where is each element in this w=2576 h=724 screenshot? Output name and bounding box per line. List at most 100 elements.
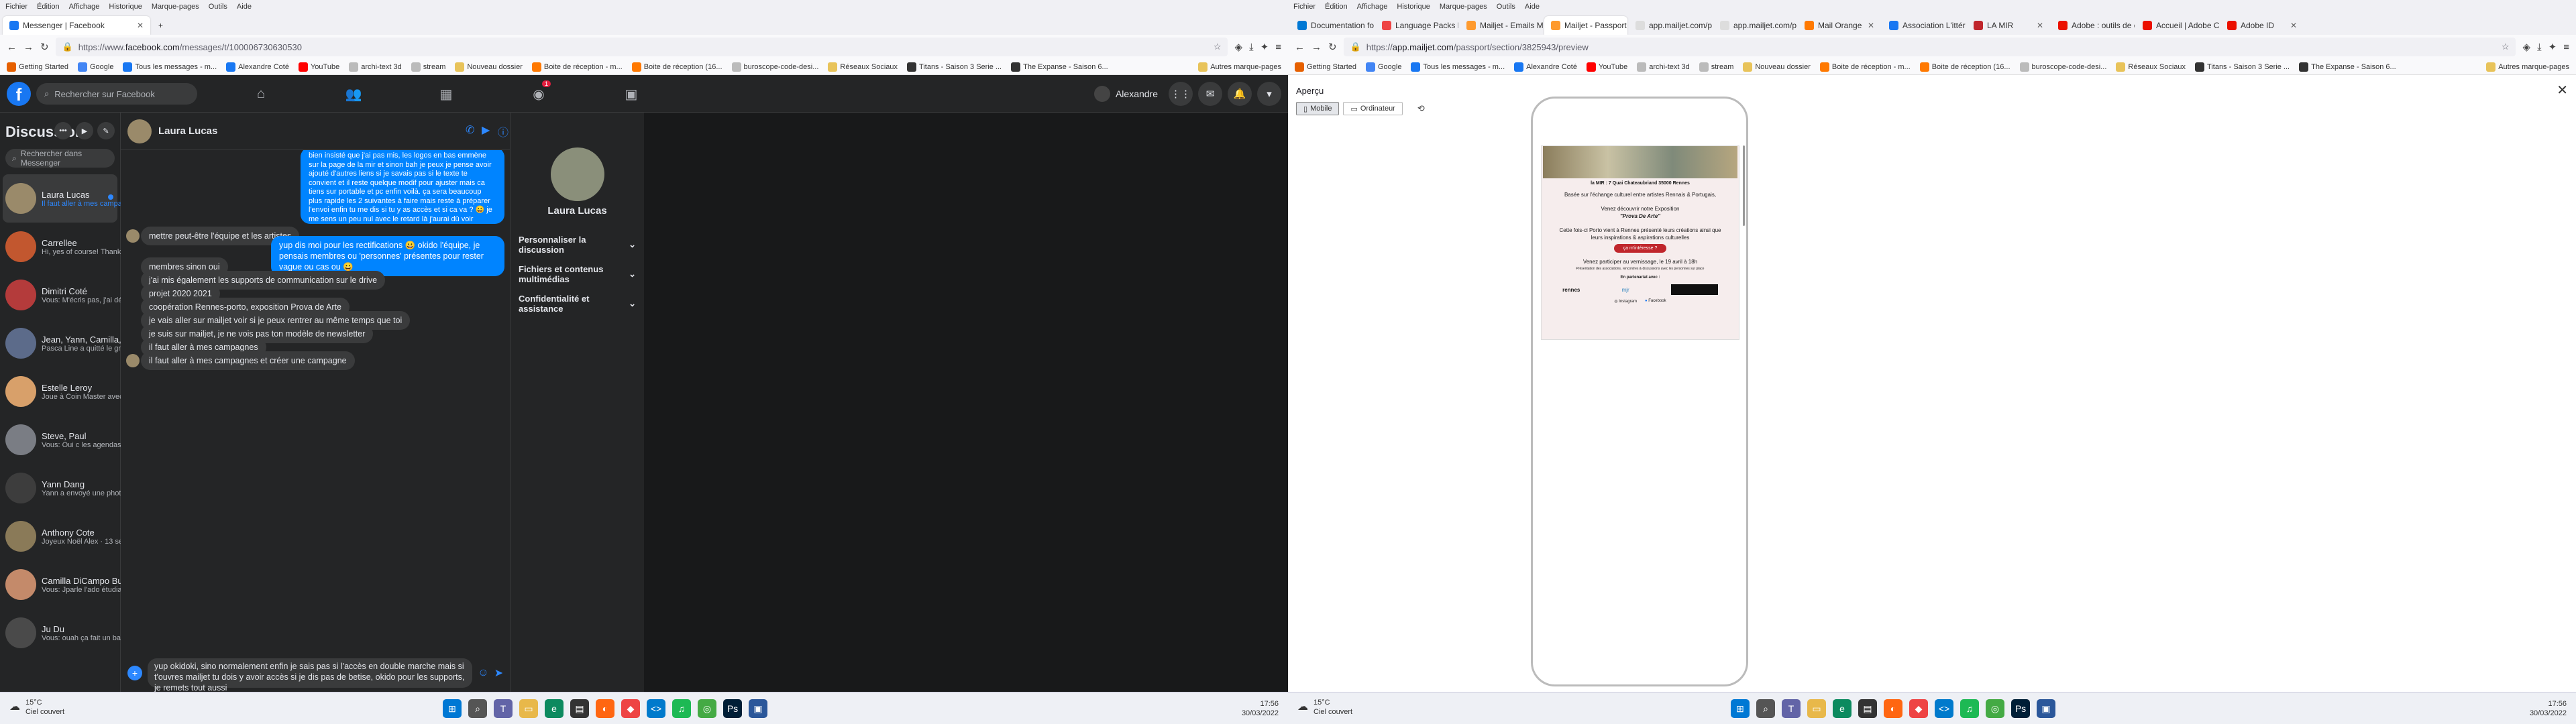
conversation-item[interactable]: Anthony Cote Joyeux Noël Alex · 13 sem <box>0 512 122 560</box>
interest-button[interactable]: ça m'intéresse ? <box>1613 244 1667 253</box>
spotify-icon[interactable]: ♫ <box>1960 699 1979 718</box>
user-avatar[interactable] <box>1093 86 1110 102</box>
conversation-item[interactable]: Estelle LeroyJoue à Coin Master avec moi… <box>0 367 122 416</box>
tab[interactable]: LA MIR ✕ <box>1967 16 2050 35</box>
start-icon[interactable]: ⊞ <box>1731 699 1750 718</box>
notifications-icon[interactable]: 🔔 <box>1228 82 1252 106</box>
edge-icon[interactable]: e <box>545 699 564 718</box>
start-icon[interactable]: ⊞ <box>443 699 462 718</box>
vscode-icon[interactable]: <> <box>647 699 665 718</box>
app-icon[interactable]: ◆ <box>621 699 640 718</box>
home-icon[interactable]: ⌂ <box>215 75 307 113</box>
reload-icon[interactable]: ↻ <box>1328 41 1337 53</box>
back-icon[interactable]: ← <box>1295 42 1305 53</box>
conversation-item[interactable]: Camilla DiCampo Bubonia Vous: Jparle l'ad… <box>0 560 144 609</box>
downloads-icon[interactable]: ⤓ <box>2537 42 2542 53</box>
store-icon[interactable]: ▤ <box>570 699 589 718</box>
bookmark[interactable]: Boite de réception (16... <box>1919 62 2010 72</box>
extensions-icon[interactable]: ✦ <box>2548 41 2557 53</box>
more-options-icon[interactable]: ••• <box>54 122 72 139</box>
avatar[interactable] <box>550 147 604 201</box>
facebook-link[interactable]: ● Facebook <box>1645 299 1666 304</box>
bookmark[interactable]: stream <box>411 62 445 72</box>
tab[interactable]: app.mailjet.com/pa✕ <box>1629 16 1712 35</box>
back-icon[interactable]: ← <box>7 42 17 53</box>
send-icon[interactable]: ➤ <box>494 666 503 680</box>
conversation-item[interactable]: Ju DuVous: ouah ça fait un bail ^^ ... ·… <box>0 609 122 657</box>
menu-view[interactable]: Affichage <box>69 3 100 11</box>
bookmark[interactable]: Getting Started <box>1295 62 1356 72</box>
teams-icon[interactable]: T <box>1782 699 1801 718</box>
emoji-icon[interactable]: ☺ <box>478 667 488 679</box>
plus-icon[interactable]: + <box>127 666 142 680</box>
menu-tools[interactable]: Outils <box>209 3 227 11</box>
conversation-item[interactable]: Yann DangYann a envoyé une photo. · 12 s… <box>0 464 122 512</box>
menu-bookmarks[interactable]: Marque-pages <box>1440 3 1487 11</box>
new-message-icon[interactable]: ✎ <box>97 122 115 139</box>
tab-active[interactable]: Mailjet - Passport✕ <box>1544 16 1627 35</box>
message-input[interactable]: yup okidoki, sino normalement enfin je s… <box>148 658 473 692</box>
app-icon[interactable]: ▣ <box>749 699 767 718</box>
video-icon[interactable]: ▶ <box>482 123 490 137</box>
conversation-item[interactable]: CarrelleeHi, yes of course! Thanks for a… <box>0 223 122 271</box>
tab[interactable]: Association L'ittéra✕ <box>1882 16 1966 35</box>
facebook-logo[interactable]: f <box>7 82 31 106</box>
app-icon[interactable]: ◎ <box>1986 699 2004 718</box>
bookmark[interactable]: buroscope-code-desi... <box>2019 62 2106 72</box>
messenger-search[interactable]: ⌕ Rechercher dans Messenger <box>5 149 115 168</box>
conversation-item[interactable]: Dimitri CotéVous: M'écris pas, j'ai déjà… <box>0 271 122 319</box>
bookmark[interactable]: Getting Started <box>7 62 68 72</box>
explorer-icon[interactable]: ▭ <box>1807 699 1826 718</box>
firefox-icon[interactable]: ◐ <box>596 699 614 718</box>
bookmark[interactable]: YouTube <box>1586 62 1627 72</box>
menu-help[interactable]: Aide <box>1525 3 1540 11</box>
avatar[interactable] <box>127 119 152 143</box>
partner-logo-block[interactable] <box>1670 284 1718 295</box>
menu-history[interactable]: Historique <box>1397 3 1430 11</box>
bookmark[interactable]: Réseaux Sociaux <box>828 62 898 72</box>
desktop-view-button[interactable]: ▭ Ordinateur <box>1343 102 1403 115</box>
tab[interactable]: Mailjet - Emails M✕ <box>1460 16 1543 35</box>
rotate-icon[interactable]: ⟲ <box>1417 103 1425 114</box>
chat-contact-name[interactable]: Laura Lucas <box>158 125 217 137</box>
phone-icon[interactable]: ✆ <box>466 123 474 137</box>
store-icon[interactable]: ▤ <box>1858 699 1877 718</box>
video-call-icon[interactable]: ▶ <box>76 122 93 139</box>
weather-widget[interactable]: ☁ 15°C Ciel couvert <box>9 698 64 717</box>
url-bar[interactable]: 🔒 https://www.facebook.com/messages/t/10… <box>55 38 1228 56</box>
spotify-icon[interactable]: ♫ <box>672 699 691 718</box>
new-tab-button[interactable]: + <box>152 16 170 35</box>
search-icon[interactable]: ⌕ <box>1756 699 1775 718</box>
other-bookmarks[interactable]: Autres marque-pages <box>1198 62 1288 72</box>
facebook-search[interactable]: ⌕ Rechercher sur Facebook <box>36 83 197 105</box>
close-icon[interactable]: ✕ <box>2557 82 2568 99</box>
instagram-link[interactable]: ◎ Instagram <box>1614 299 1637 304</box>
reload-icon[interactable]: ↻ <box>40 41 49 53</box>
system-clock[interactable]: 17:56 30/03/2022 <box>2530 699 2567 718</box>
app-icon[interactable]: ▣ <box>2037 699 2055 718</box>
other-bookmarks[interactable]: Autres marque-pages <box>2486 62 2576 72</box>
partner-logo[interactable]: mjr <box>1622 287 1629 293</box>
info-icon[interactable]: ⓘ <box>498 123 508 139</box>
bookmark[interactable]: Réseaux Sociaux <box>2116 62 2186 72</box>
bookmark[interactable]: Tous les messages - m... <box>123 62 217 72</box>
menu-file[interactable]: Fichier <box>5 3 28 11</box>
tab[interactable]: Documentation fo✕ <box>1291 16 1374 35</box>
bookmark[interactable]: Titans - Saison 3 Serie ... <box>907 62 1002 72</box>
star-icon[interactable]: ☆ <box>1214 42 1222 52</box>
weather-widget[interactable]: ☁ 15°C Ciel couvert <box>1297 698 1352 717</box>
tab[interactable]: Accueil | Adobe Cr✕ <box>2136 16 2219 35</box>
conversation-item[interactable]: Steve, PaulVous: Oui c les agendas qui..… <box>0 416 122 464</box>
menu-edit[interactable]: Édition <box>1325 3 1348 11</box>
conversation-item[interactable]: Laura LucasIl faut aller à mes campagnes… <box>3 174 122 223</box>
tab[interactable]: Adobe ID ✕ <box>2220 16 2304 35</box>
tab-messenger[interactable]: Messenger | Facebook ✕ <box>3 16 150 35</box>
bookmark[interactable]: Google <box>78 62 113 72</box>
menu-icon[interactable]: ≡ <box>2563 42 2569 53</box>
teams-icon[interactable]: T <box>494 699 513 718</box>
rennes-logo[interactable]: rennes <box>1562 287 1580 293</box>
bookmark[interactable]: Nouveau dossier <box>455 62 523 72</box>
bookmark[interactable]: archi-text 3d <box>1637 62 1690 72</box>
tab[interactable]: Language Packs li✕ <box>1375 16 1458 35</box>
bookmark[interactable]: Google <box>1366 62 1401 72</box>
